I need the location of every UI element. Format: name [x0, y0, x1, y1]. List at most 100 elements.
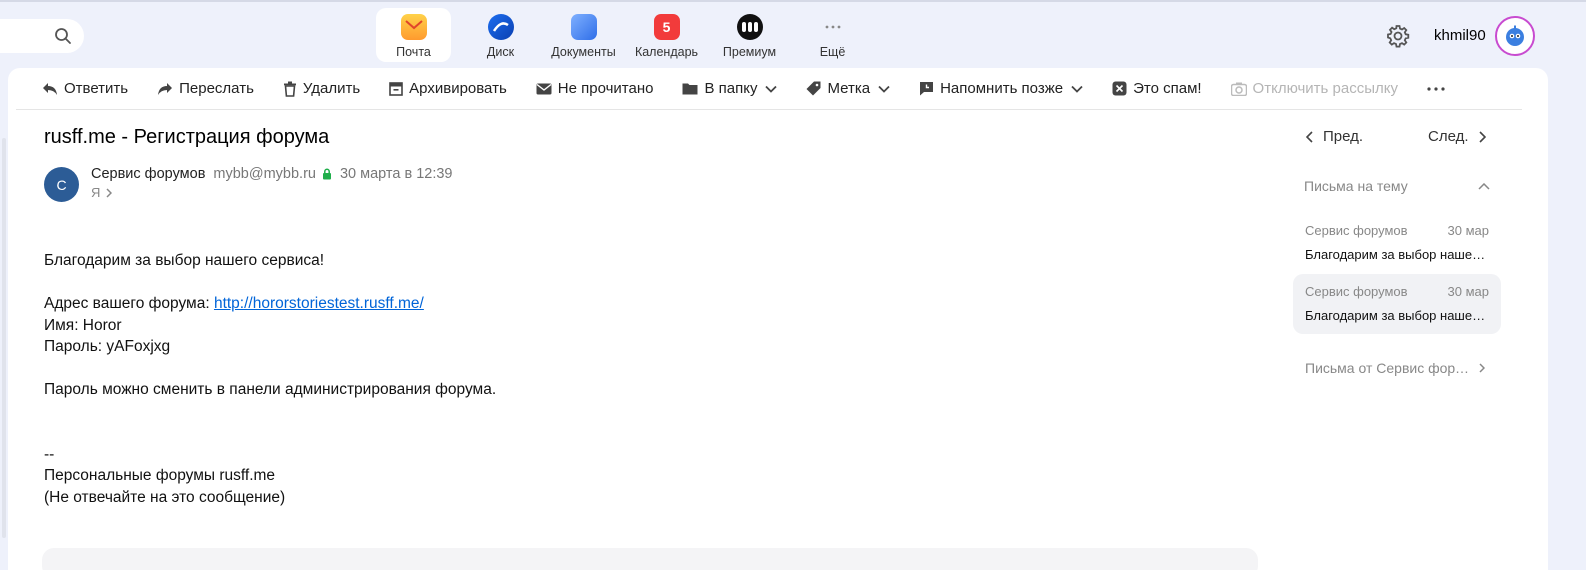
- chevron-left-icon: [1306, 130, 1313, 143]
- message-subject: rusff.me - Регистрация форума: [44, 126, 330, 148]
- calendar-icon: 5: [653, 14, 680, 40]
- left-strip: [0, 68, 8, 570]
- prev-message-button[interactable]: Пред.: [1306, 128, 1363, 145]
- search-icon[interactable]: [54, 27, 72, 45]
- sender-email[interactable]: mybb@mybb.ru: [213, 166, 316, 182]
- app-documents-label: Документы: [551, 45, 616, 59]
- body-line: Благодарим за выбор нашего сервиса!: [44, 252, 325, 269]
- app-more-label: Ещё: [819, 45, 846, 59]
- message-panel: Ответить Переслать Удалить Архивировать …: [8, 68, 1548, 570]
- chevron-down-icon: [878, 85, 890, 93]
- spam-button[interactable]: Это спам!: [1112, 68, 1202, 110]
- archive-label: Архивировать: [409, 80, 507, 97]
- mail-icon: [400, 14, 427, 40]
- signature-separator: --: [44, 445, 55, 463]
- app-more[interactable]: Ещё: [791, 8, 874, 62]
- mark-unread-button[interactable]: Не прочитано: [536, 68, 654, 110]
- thread-header[interactable]: Письма на тему: [1304, 178, 1490, 194]
- reply-button[interactable]: Ответить: [42, 68, 128, 110]
- move-to-folder-button[interactable]: В папку: [682, 68, 778, 110]
- lock-icon: [322, 168, 331, 180]
- sender-line: Сервис форумов mybb@mybb.ru 30 марта в 1…: [91, 166, 453, 182]
- thread-item-date: 30 мар: [1447, 284, 1489, 299]
- letters-from-sender-link[interactable]: Письма от Сервис форумов: [1305, 360, 1485, 376]
- signature-line: Персональные форумы rusff.me: [44, 467, 276, 484]
- chevron-right-icon: [1479, 363, 1485, 373]
- address-label: Адрес вашего форума:: [44, 295, 214, 312]
- robot-avatar-icon: [1506, 25, 1524, 46]
- tag-icon: [806, 81, 821, 96]
- signature-line: (Не отвечайте на это сообщение): [44, 488, 286, 506]
- app-mail-label: Почта: [396, 45, 431, 59]
- message-date: 30 марта в 12:39: [339, 166, 453, 182]
- gear-icon[interactable]: [1386, 24, 1410, 48]
- spam-icon: [1112, 81, 1127, 96]
- top-bar: Почта Диск Документы 5 Календарь Премиум: [0, 0, 1586, 68]
- label-button[interactable]: Метка: [806, 68, 890, 110]
- app-disk[interactable]: Диск: [459, 8, 542, 62]
- move-to-folder-label: В папку: [704, 80, 758, 97]
- forward-button[interactable]: Переслать: [157, 68, 254, 110]
- reply-label: Ответить: [64, 80, 129, 97]
- spam-label: Это спам!: [1133, 80, 1202, 97]
- body-line: Адрес вашего форума: http://hororstories…: [44, 293, 496, 315]
- thread-item-date: 30 мар: [1447, 223, 1489, 238]
- chevron-right-icon: [106, 187, 113, 198]
- app-mail[interactable]: Почта: [376, 8, 451, 62]
- delete-button[interactable]: Удалить: [283, 68, 360, 110]
- reminder-icon: [920, 82, 934, 96]
- chevron-down-icon: [1071, 85, 1083, 93]
- chevron-up-icon: [1478, 182, 1490, 190]
- premium-icon: [736, 14, 763, 40]
- envelope-icon: [536, 83, 552, 94]
- thread-title: Письма на тему: [1304, 178, 1408, 194]
- sender-avatar[interactable]: С: [44, 167, 79, 202]
- more-horizontal-icon: [1427, 86, 1445, 91]
- thread-item-selected[interactable]: Сервис форумов 30 мар Благодарим за выбор…: [1293, 274, 1501, 334]
- unsubscribe-button[interactable]: Отключить рассылку: [1230, 68, 1398, 110]
- thread-item-from: Сервис форумов: [1305, 223, 1408, 238]
- trash-icon: [283, 81, 296, 97]
- app-calendar-label: Календарь: [634, 45, 699, 59]
- recipient-label: Я: [91, 185, 101, 200]
- quick-reply-box[interactable]: [42, 548, 1258, 570]
- forward-label: Переслать: [179, 80, 254, 97]
- body-line: Пароль: yAFoxjxg: [44, 338, 171, 355]
- message-body: Благодарим за выбор нашего сервиса! Адре…: [44, 250, 496, 508]
- avatar[interactable]: [1495, 16, 1535, 56]
- app-premium[interactable]: Премиум: [708, 8, 791, 62]
- thread-item-subject: Благодарим за выбор нашего сервиса!: [1305, 308, 1489, 323]
- sender-name[interactable]: Сервис форумов: [91, 166, 205, 182]
- forum-link[interactable]: http://hororstoriestest.rusff.me/: [214, 295, 424, 312]
- mark-unread-label: Не прочитано: [557, 80, 654, 97]
- disk-icon: [487, 14, 514, 40]
- thread-item[interactable]: Сервис форумов 30 мар Благодарим за выбор…: [1293, 213, 1501, 273]
- left-scrollbar[interactable]: [2, 138, 6, 538]
- thread-item-subject: Благодарим за выбор нашего сервиса!: [1305, 247, 1489, 262]
- username[interactable]: khmil90: [1434, 27, 1486, 44]
- message-toolbar: Ответить Переслать Удалить Архивировать …: [16, 68, 1522, 110]
- body-line: Пароль можно сменить в панели администри…: [44, 381, 497, 398]
- next-label: След.: [1428, 128, 1469, 145]
- forward-icon: [158, 82, 173, 95]
- app-calendar[interactable]: 5 Календарь: [625, 8, 708, 62]
- prev-label: Пред.: [1323, 128, 1364, 145]
- archive-button[interactable]: Архивировать: [389, 68, 507, 110]
- letters-from-sender-label: Письма от Сервис форумов: [1305, 360, 1471, 376]
- more-actions-button[interactable]: [1427, 68, 1451, 110]
- app-premium-label: Премиум: [722, 45, 777, 59]
- search-input[interactable]: [0, 19, 84, 53]
- remind-later-label: Напомнить позже: [940, 80, 1064, 97]
- archive-icon: [389, 81, 403, 96]
- next-message-button[interactable]: След.: [1428, 128, 1486, 145]
- thread-item-from: Сервис форумов: [1305, 284, 1408, 299]
- documents-icon: [570, 14, 597, 40]
- more-icon: [820, 14, 846, 40]
- right-margin: [1548, 68, 1586, 570]
- recipient-toggle[interactable]: Я: [91, 185, 113, 200]
- app-disk-label: Диск: [486, 45, 515, 59]
- remind-later-button[interactable]: Напомнить позже: [919, 68, 1083, 110]
- calendar-day: 5: [662, 19, 671, 35]
- app-documents[interactable]: Документы: [542, 8, 625, 62]
- folder-icon: [682, 83, 698, 95]
